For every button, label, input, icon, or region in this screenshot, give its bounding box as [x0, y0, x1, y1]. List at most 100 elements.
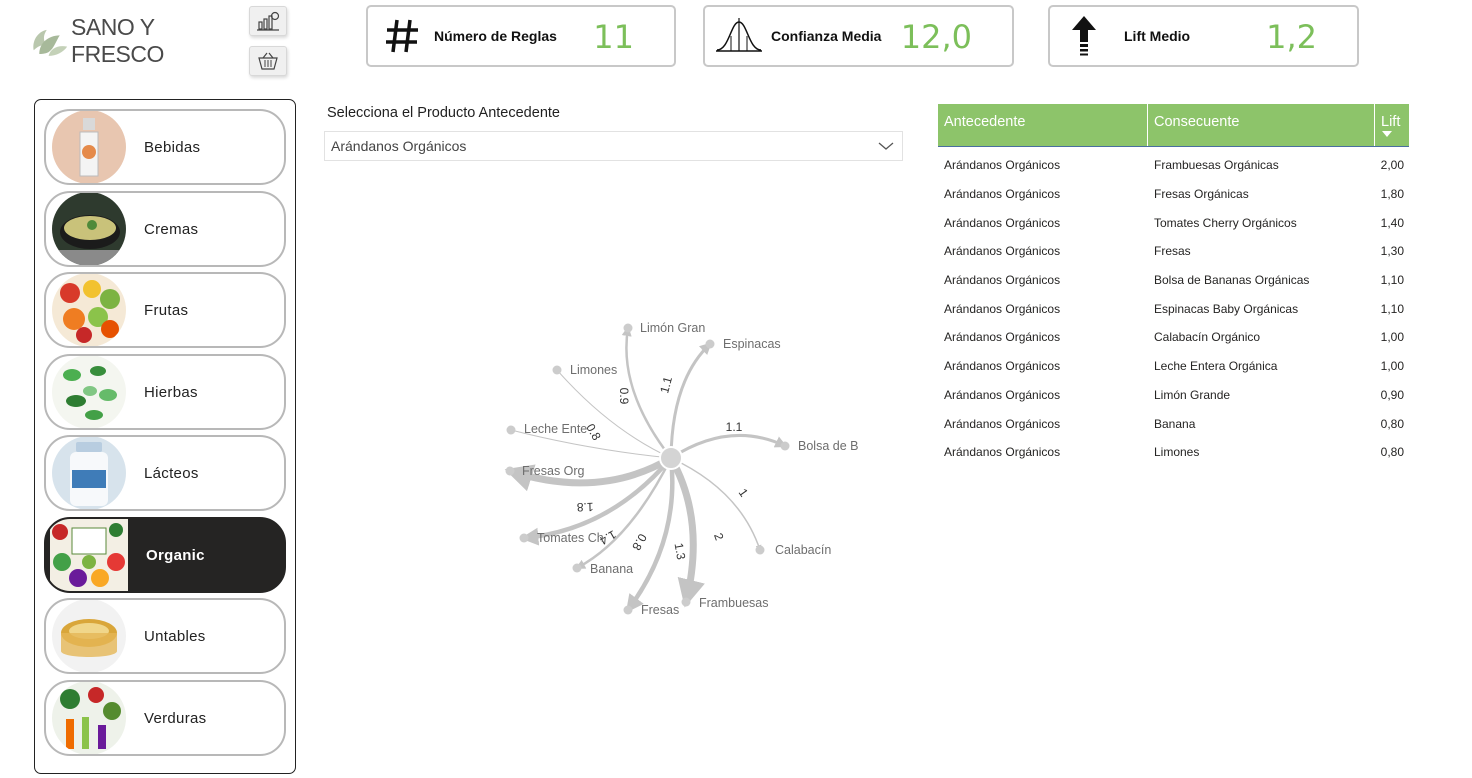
network-svg: 0.91.11.10.81.811.4 0.8 1.32 Limón GranEsp…: [504, 321, 858, 617]
network-node-label: Frambuesas: [699, 596, 768, 610]
chart-gear-icon: [257, 11, 280, 31]
network-node[interactable]: [552, 365, 562, 375]
edge-lift-label: 1.3: [672, 542, 689, 561]
antecedent-dropdown[interactable]: Arándanos Orgánicos: [324, 131, 903, 161]
network-node[interactable]: [506, 425, 516, 435]
soup-bowl-image: [52, 193, 126, 265]
consequent-cell: Leche Entera Orgánica: [1154, 359, 1278, 374]
analytics-nav-button[interactable]: [249, 6, 287, 36]
network-node-label: Calabacín: [775, 543, 831, 557]
up-arrow-icon: [1058, 10, 1110, 62]
antecedent-cell: Arándanos Orgánicos: [944, 359, 1061, 374]
center-node[interactable]: [659, 446, 683, 470]
lift-cell: 1,10: [1380, 273, 1404, 288]
network-node[interactable]: [705, 339, 715, 349]
table-row[interactable]: Arándanos Orgánicos Limones 0,80: [938, 438, 1409, 467]
category-label: Frutas: [144, 301, 189, 319]
table-row[interactable]: Arándanos Orgánicos Calabacín Orgánico 1,0…: [938, 323, 1409, 352]
edge-lift-label: 2: [711, 531, 727, 542]
table-row[interactable]: Arándanos Orgánicos Fresas 1,30: [938, 237, 1409, 266]
edge-lift-label: 0.9: [617, 388, 631, 405]
brand-name: SANO Y FRESCO: [71, 14, 164, 67]
table-body: Arándanos Orgánicos Frambuesas Orgánicas 2…: [938, 151, 1409, 467]
lift-cell: 1,00: [1380, 330, 1404, 345]
antecedent-cell: Arándanos Orgánicos: [944, 416, 1061, 431]
category-label: Lácteos: [144, 464, 199, 482]
category-frutas-button[interactable]: Frutas: [44, 272, 286, 348]
kpi-card-reglas: Número de Reglas 11: [366, 5, 676, 67]
lift-cell: 1,40: [1380, 215, 1404, 230]
lift-cell: 0,90: [1380, 387, 1404, 402]
edge-lift-label: 1: [736, 486, 751, 500]
header-lift[interactable]: Lift: [1375, 104, 1409, 146]
category-label: Cremas: [144, 220, 199, 238]
table-row[interactable]: Arándanos Orgánicos Tomates Cherry Orgáni…: [938, 208, 1409, 237]
network-node[interactable]: [623, 323, 633, 333]
edge-lift-label: 1.8: [576, 500, 593, 515]
table-row[interactable]: Arándanos Orgánicos Bolsa de Bananas Orgá…: [938, 266, 1409, 295]
table-row[interactable]: Arándanos Orgánicos Frambuesas Orgánicas 2…: [938, 151, 1409, 180]
category-label: Verduras: [144, 709, 207, 727]
kpi-card-lift: Lift Medio 1,2: [1048, 5, 1359, 67]
consequent-cell: Calabacín Orgánico: [1154, 330, 1261, 345]
hash-icon: [376, 10, 428, 62]
antecedent-cell: Arándanos Orgánicos: [944, 187, 1061, 202]
kpi-label: Confianza Media: [771, 28, 882, 44]
brand-logo: SANO Y FRESCO: [30, 14, 240, 67]
network-node[interactable]: [519, 533, 529, 543]
table-row[interactable]: Arándanos Orgánicos Banana 0,80: [938, 409, 1409, 438]
category-verduras-button[interactable]: Verduras: [44, 680, 286, 756]
header-consecuente[interactable]: Consecuente: [1148, 104, 1375, 146]
lift-cell: 0,80: [1380, 416, 1404, 431]
kpi-value: 1,2: [1266, 18, 1317, 56]
network-node[interactable]: [572, 563, 582, 573]
network-node[interactable]: [780, 441, 790, 451]
kpi-value: 11: [593, 18, 634, 56]
table-row[interactable]: Arándanos Orgánicos Limón Grande 0,90: [938, 381, 1409, 410]
network-node[interactable]: [681, 597, 691, 607]
kpi-value: 12,0: [900, 18, 972, 56]
association-network-graph[interactable]: 0.9 1.1 1.1 0.8 1.8 1 1.4 0.8 1.3 2 Limón Gran Esp…: [440, 300, 910, 640]
lift-cell: 1,00: [1380, 359, 1404, 374]
rules-table: Antecedente Consecuente Lift Arándanos O…: [938, 104, 1409, 467]
category-bebidas-button[interactable]: Bebidas: [44, 109, 286, 185]
antecedent-cell: Arándanos Orgánicos: [944, 387, 1061, 402]
sort-desc-icon: [1382, 131, 1392, 137]
edge-lift-label: 0.8: [629, 531, 650, 553]
consequent-cell: Tomates Cherry Orgánicos: [1154, 215, 1297, 230]
edge-lift-label: 1.1: [726, 420, 743, 434]
table-header: Antecedente Consecuente Lift: [938, 104, 1409, 147]
consequent-cell: Banana: [1154, 416, 1196, 431]
edge-lift-label: 1.1: [657, 375, 675, 395]
kpi-card-confianza: Confianza Media 12,0: [703, 5, 1014, 67]
category-cremas-button[interactable]: Cremas: [44, 191, 286, 267]
header-lift-label: Lift: [1381, 114, 1401, 130]
table-row[interactable]: Arándanos Orgánicos Fresas Orgánicas 1,80: [938, 180, 1409, 209]
spread-jar-image: [52, 600, 126, 672]
leaf-logo-icon: [33, 29, 68, 56]
category-lacteos-button[interactable]: Lácteos: [44, 435, 286, 511]
basket-nav-button[interactable]: [249, 46, 287, 76]
table-row[interactable]: Arándanos Orgánicos Leche Entera Orgánica…: [938, 352, 1409, 381]
network-node[interactable]: [755, 545, 765, 555]
consequent-cell: Limón Grande: [1154, 387, 1231, 402]
category-hierbas-button[interactable]: Hierbas: [44, 354, 286, 430]
dropdown-value: Arándanos Orgánicos: [331, 138, 467, 154]
consequent-cell: Fresas: [1154, 244, 1191, 259]
network-node-label: Fresas Org: [522, 464, 585, 478]
network-node[interactable]: [505, 466, 515, 476]
category-untables-button[interactable]: Untables: [44, 598, 286, 674]
lift-cell: 0,80: [1380, 445, 1404, 460]
antecedent-cell: Arándanos Orgánicos: [944, 244, 1061, 259]
consequent-cell: Fresas Orgánicas: [1154, 187, 1249, 202]
table-row[interactable]: Arándanos Orgánicos Espinacas Baby Orgáni…: [938, 294, 1409, 323]
network-node-label: Espinacas: [723, 337, 781, 351]
lift-cell: 1,10: [1380, 301, 1404, 316]
category-organic-button[interactable]: Organic: [44, 517, 286, 593]
header-antecedente[interactable]: Antecedente: [938, 104, 1148, 146]
antecedent-cell: Arándanos Orgánicos: [944, 273, 1061, 288]
antecedent-cell: Arándanos Orgánicos: [944, 330, 1061, 345]
network-node-label: Tomates Ch: [537, 531, 604, 545]
network-node[interactable]: [623, 605, 633, 615]
herbs-image: [52, 356, 126, 428]
